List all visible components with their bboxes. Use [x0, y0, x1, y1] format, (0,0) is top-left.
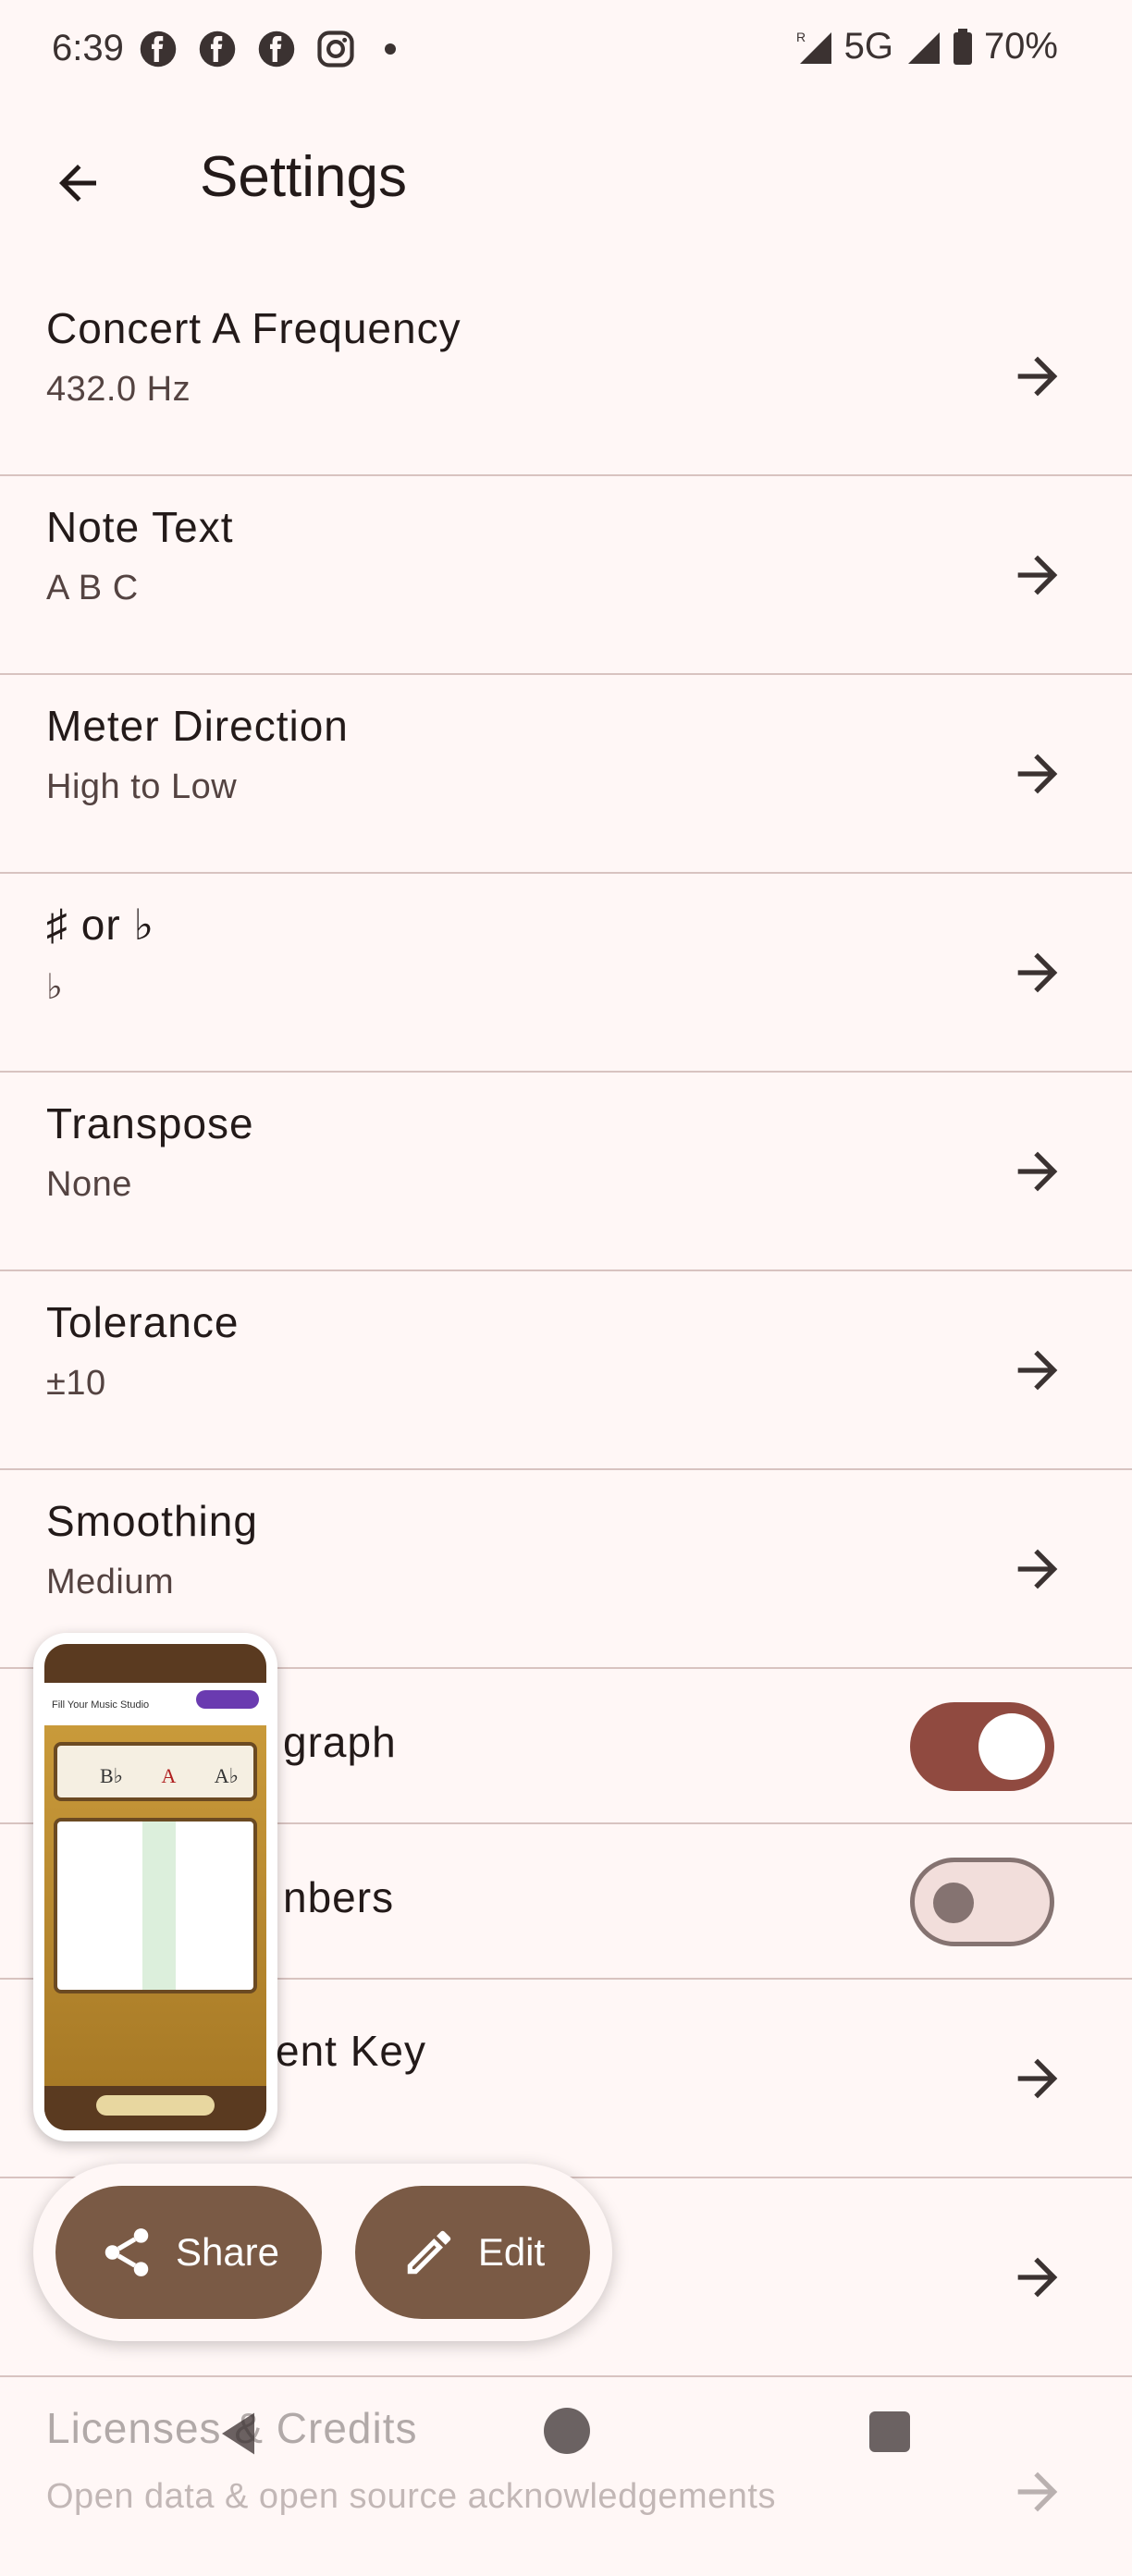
nav-back-icon[interactable]	[213, 2406, 268, 2461]
preview-meter: B♭ A A♭	[54, 1742, 257, 1801]
back-button[interactable]	[43, 148, 113, 218]
preview-ad-text: Fill Your Music Studio	[52, 1699, 150, 1711]
setting-value: ♭	[46, 968, 64, 1007]
screenshot-preview[interactable]: Fill Your Music Studio B♭ A A♭	[33, 1633, 277, 2141]
status-time: 6:39	[52, 28, 124, 68]
arrow-forward-icon	[1017, 952, 1058, 993]
setting-title: Concert A Frequency	[46, 304, 461, 352]
edit-button[interactable]: Edit	[355, 2186, 590, 2319]
system-nav-bar	[0, 2386, 1132, 2496]
arrow-forward-icon	[1017, 1151, 1058, 1192]
notification-dot-icon	[385, 43, 396, 55]
setting-meter-direction[interactable]: Meter Direction High to Low	[0, 675, 1132, 874]
arrow-back-icon	[59, 165, 96, 202]
facebook-icon	[199, 31, 236, 67]
setting-value: Medium	[46, 1563, 175, 1601]
preview-graph	[54, 1818, 257, 1993]
nav-recents-icon[interactable]	[869, 2411, 910, 2452]
pencil-icon	[407, 2230, 451, 2275]
setting-sharp-or-flat[interactable]: ♯ or ♭ ♭	[0, 874, 1132, 1073]
preview-bottom-bar	[44, 2086, 266, 2130]
graph-toggle[interactable]	[910, 1702, 1054, 1791]
screenshot-preview-image: Fill Your Music Studio B♭ A A♭	[44, 1644, 266, 2130]
setting-value: A B C	[46, 569, 139, 607]
battery-percent: 70%	[983, 26, 1058, 67]
setting-tolerance[interactable]: Tolerance ±10	[0, 1271, 1132, 1470]
app-bar: Settings	[0, 120, 1132, 240]
setting-title: Tolerance	[46, 1298, 240, 1346]
preview-ad-banner: Fill Your Music Studio	[44, 1683, 266, 1725]
network-type: 5G	[843, 26, 893, 67]
facebook-icon	[258, 31, 295, 67]
setting-value: ±10	[46, 1364, 106, 1403]
setting-title-partial: graph	[283, 1718, 397, 1766]
toggle-knob	[978, 1713, 1045, 1780]
share-icon	[105, 2228, 149, 2276]
preview-brand-logo	[96, 2095, 215, 2116]
setting-title-partial: ent Key	[276, 2027, 426, 2075]
setting-title: Smoothing	[46, 1497, 258, 1545]
arrow-forward-icon	[1017, 754, 1058, 794]
setting-transpose[interactable]: Transpose None	[0, 1073, 1132, 1271]
roaming-signal-icon: R	[796, 30, 831, 64]
arrow-forward-icon	[1017, 2058, 1058, 2099]
arrow-forward-icon	[1017, 555, 1058, 595]
share-button[interactable]: Share	[55, 2186, 322, 2319]
roaming-indicator: R	[796, 30, 806, 44]
battery-icon	[953, 28, 972, 65]
arrow-forward-icon	[1017, 1350, 1058, 1391]
preview-note: B♭	[100, 1764, 124, 1787]
edit-label: Edit	[477, 2230, 546, 2274]
setting-concert-a-frequency[interactable]: Concert A Frequency 432.0 Hz	[0, 277, 1132, 476]
arrow-forward-icon	[1017, 1549, 1058, 1589]
setting-note-text[interactable]: Note Text A B C	[0, 476, 1132, 675]
instagram-icon	[317, 31, 354, 67]
screenshot-actions: Share Edit	[33, 2164, 612, 2341]
status-bar: 6:39 R 5G 70%	[0, 0, 1132, 102]
numbers-toggle[interactable]	[910, 1858, 1054, 1946]
arrow-forward-icon	[1017, 2257, 1058, 2298]
setting-title: Meter Direction	[46, 702, 349, 750]
arrow-forward-icon	[1017, 356, 1058, 397]
share-label: Share	[175, 2230, 280, 2274]
facebook-icon	[140, 31, 177, 67]
setting-value: 432.0 Hz	[46, 370, 191, 409]
setting-title: ♯ or ♭	[46, 901, 155, 949]
page-title: Settings	[200, 145, 408, 209]
preview-tuner-body: B♭ A A♭	[44, 1725, 266, 2086]
setting-title: Transpose	[46, 1099, 254, 1147]
signal-icon	[907, 31, 940, 64]
setting-value: None	[46, 1165, 132, 1204]
setting-title-partial: nbers	[283, 1873, 395, 1921]
preview-note: A	[161, 1764, 177, 1787]
setting-title: Note Text	[46, 503, 234, 551]
preview-note: A♭	[214, 1764, 239, 1787]
nav-home-icon[interactable]	[544, 2408, 590, 2454]
preview-ad-button	[196, 1690, 259, 1709]
setting-value: High to Low	[46, 767, 238, 806]
toggle-knob	[933, 1883, 974, 1923]
